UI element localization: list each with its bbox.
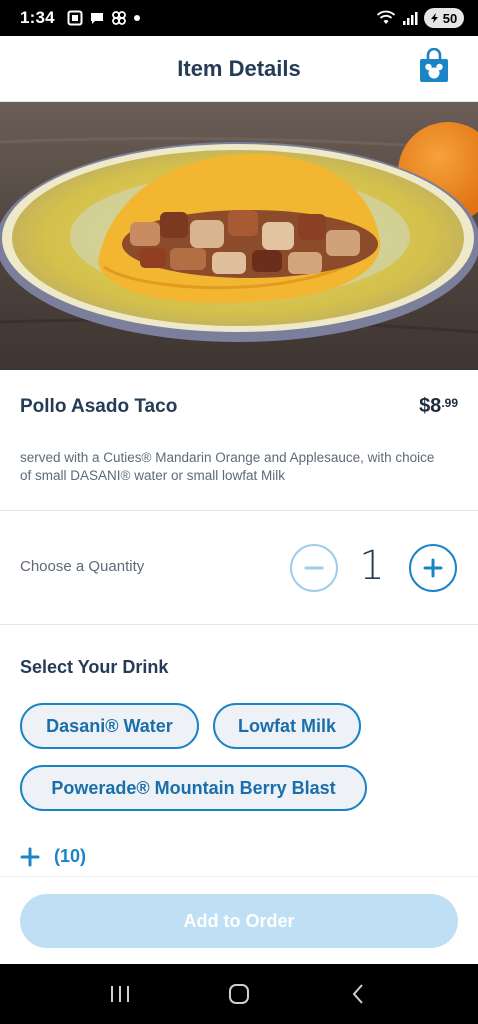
drink-option-label: Powerade® Mountain Berry Blast [51,777,336,798]
drink-option-lowfat-milk[interactable]: Lowfat Milk [213,703,361,749]
mickey-shopping-bag-icon [420,47,448,82]
system-nav-bar [0,964,478,1024]
minus-circle-icon [304,566,324,570]
wifi-icon [376,10,396,24]
signal-icon [403,12,418,25]
battery-level: 50 [442,10,458,26]
chat-icon [90,13,103,24]
drink-section-title: Select Your Drink [20,657,169,677]
item-price: $8 .99 [419,395,458,418]
quantity-decrease-button[interactable] [290,544,338,592]
divider [0,510,478,511]
recent-apps-icon [110,986,129,1002]
item-header: Pollo Asado Taco $8 .99 [20,395,458,418]
back-button[interactable] [338,974,378,1014]
status-bar: 1:34 50 [0,0,478,36]
item-description: served with a Cuties® Mandarin Orange an… [20,450,435,483]
quantity-value: 1 [359,543,385,589]
add-to-order-button[interactable]: Add to Order [20,894,458,948]
footer: Add to Order [0,876,478,964]
back-icon [352,984,364,1004]
app-header: Item Details [0,36,478,102]
drink-option-label: Dasani® Water [46,715,173,736]
home-button[interactable] [219,974,259,1014]
plus-circle-icon [423,558,443,578]
battery-icon: 50 [424,8,464,28]
more-options-count: (10) [54,846,87,866]
quantity-label: Choose a Quantity [20,558,145,575]
page-title: Item Details [177,55,301,81]
drink-option-powerade[interactable]: Powerade® Mountain Berry Blast [20,765,367,811]
dot-icon [133,15,140,21]
item-price-cents: .99 [441,396,458,410]
item-name: Pollo Asado Taco [20,396,178,417]
home-icon [228,984,249,1004]
more-options-button[interactable]: (10) [20,846,86,867]
status-time: 1:34 [20,8,55,27]
divider [0,624,478,625]
drink-option-label: Lowfat Milk [238,715,336,736]
status-system-icons: 50 [376,8,464,28]
recent-apps-button[interactable] [100,974,140,1014]
item-image [0,102,478,370]
status-notification-icons [67,10,141,26]
drink-option-dasani[interactable]: Dasani® Water [20,703,199,749]
pinwheel-icon [111,11,126,25]
item-price-dollars: $8 [419,395,442,417]
quantity-increase-button[interactable] [409,544,457,592]
shopping-bag-button[interactable] [418,47,450,84]
add-to-order-label: Add to Order [183,910,295,931]
screenshot-icon [67,10,83,26]
plus-icon [20,847,40,866]
